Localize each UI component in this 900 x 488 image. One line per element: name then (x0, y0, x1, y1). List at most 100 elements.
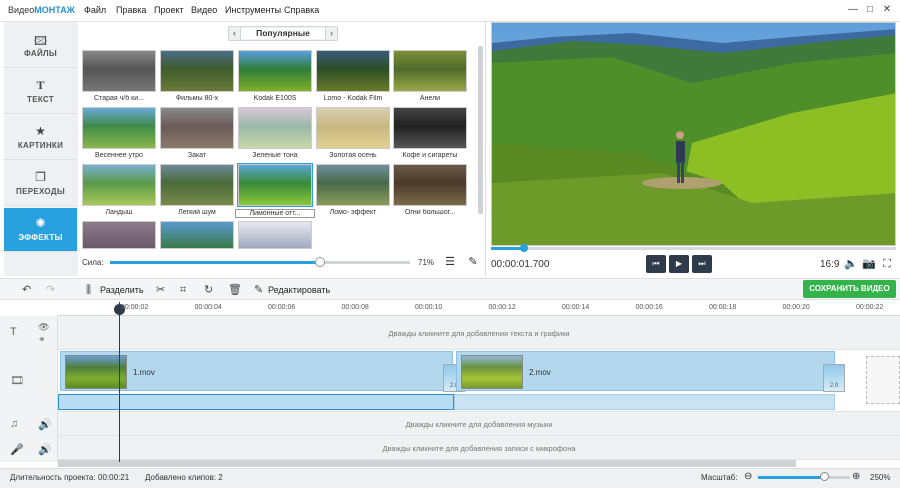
effect-thumbnail[interactable] (393, 50, 467, 92)
fullscreen-icon[interactable]: ⛶ (880, 257, 894, 271)
play-button[interactable]: ▶ (669, 255, 689, 273)
next-frame-button[interactable]: ⏭ (692, 255, 712, 273)
rotate-icon[interactable]: ↻ (204, 284, 213, 296)
clips-count: Добавлено клипов: 2 (145, 473, 223, 482)
menu-help[interactable]: Справка (284, 5, 319, 15)
save-video-button[interactable]: СОХРАНИТЬ ВИДЕО (803, 280, 896, 298)
text-track[interactable]: Дважды кликните для добавления текста и … (58, 316, 900, 350)
clip-2-thumbnail (461, 355, 523, 389)
maximize-icon[interactable]: □ (863, 3, 877, 17)
volume-icon[interactable]: 🔈 (844, 257, 858, 271)
speaker-icon[interactable]: 🔊 (38, 418, 52, 431)
music-track[interactable]: Дважды кликните для добавления музыки (58, 412, 900, 436)
eyedropper-icon[interactable]: ✎ (466, 255, 480, 269)
zoom-in-icon[interactable]: ⊕ (852, 471, 860, 482)
edit-button[interactable]: Редактировать (268, 285, 330, 295)
nav-text-label: ТЕКСТ (27, 95, 54, 104)
clip-1-name: 1.mov (133, 368, 155, 377)
chevron-right-icon[interactable]: › (325, 27, 337, 40)
scissors-icon[interactable]: ✂ (156, 284, 165, 296)
effect-thumbnail[interactable] (316, 164, 390, 206)
zoom-slider-handle[interactable] (820, 472, 829, 481)
clip-1-audio-bar[interactable] (58, 394, 454, 410)
transitions-icon: ❐ (35, 170, 46, 184)
speaker-icon-mic[interactable]: 🔊 (38, 443, 52, 456)
effect-label: Кофе и сигареты (402, 152, 458, 159)
transition-thumbnail-end[interactable]: 2.0 (823, 364, 845, 392)
chevron-left-icon[interactable]: ‹ (229, 27, 241, 40)
nav-text[interactable]: T ТЕКСТ (4, 70, 77, 114)
split-button[interactable]: Разделить (100, 285, 144, 295)
effect-thumbnail[interactable] (238, 50, 312, 92)
adjust-sliders-icon[interactable]: ☰ (443, 255, 457, 269)
eye-icon[interactable]: 👁 (38, 322, 49, 333)
timeline-scrollbar[interactable] (58, 460, 796, 467)
empty-clip-slot[interactable] (866, 356, 900, 404)
effect-thumbnail[interactable] (82, 107, 156, 149)
effect-thumbnail[interactable] (238, 221, 312, 249)
strength-slider-fill (110, 261, 320, 264)
effect-thumbnail[interactable] (316, 107, 390, 149)
undo-icon[interactable]: ↶ (22, 284, 31, 296)
effect-thumbnail[interactable] (316, 50, 390, 92)
nav-transitions[interactable]: ❐ ПЕРЕХОДЫ (4, 162, 77, 206)
effect-thumbnail[interactable] (82, 221, 156, 249)
effects-scrollbar[interactable] (478, 46, 483, 214)
strength-slider-handle[interactable] (315, 257, 325, 267)
duration-label: Длительность проекта: (10, 473, 96, 482)
effect-thumbnail[interactable] (393, 164, 467, 206)
effect-label: Закат (187, 152, 207, 159)
nav-effects[interactable]: ✺ ЭФФЕКТЫ (4, 208, 77, 252)
crop-icon[interactable]: ⌗ (180, 284, 186, 296)
minimize-icon[interactable]: — (846, 3, 860, 17)
clip-2-audio-bar[interactable] (454, 394, 835, 410)
preview-seekbar-handle[interactable] (520, 244, 528, 252)
zoom-out-icon[interactable]: ⊖ (744, 471, 752, 482)
aspect-ratio[interactable]: 16:9 (820, 259, 839, 270)
mic-track[interactable]: Дважды кликните для добавления записи с … (58, 436, 900, 460)
effect-thumbnail[interactable] (160, 50, 234, 92)
effect-thumbnail[interactable] (237, 163, 313, 207)
menu-edit[interactable]: Правка (116, 5, 146, 15)
camera-snapshot-icon[interactable]: 📷 (862, 257, 876, 271)
effect-thumbnail[interactable] (238, 107, 312, 149)
zoom-value: 250% (870, 473, 891, 482)
effect-label: Kodak E100S (253, 95, 297, 102)
effect-thumbnail[interactable] (393, 107, 467, 149)
preview-seekbar[interactable] (491, 247, 896, 250)
star-icon: ★ (35, 124, 46, 138)
effect-thumbnail[interactable] (160, 107, 234, 149)
nav-files[interactable]: 🖾 ФАЙЛЫ (4, 24, 77, 68)
close-icon[interactable]: ✕ (880, 3, 894, 17)
effect-label: Ломо- эффект (329, 209, 377, 216)
redo-icon[interactable]: ↷ (46, 284, 55, 296)
ruler-tick-label: 00:00:06 (268, 304, 296, 311)
edit-pencil-icon: ✎ (254, 284, 264, 296)
previous-frame-button[interactable]: ⏮ (646, 255, 666, 273)
strength-value: 71% (418, 258, 435, 267)
menu-project[interactable]: Проект (154, 5, 184, 15)
category-selector[interactable]: ‹ Популярные › (228, 26, 338, 41)
effect-label: Весеннее утро (95, 152, 143, 159)
strength-label: Сила: (82, 258, 104, 267)
ruler-tick-label: 00:00:14 (562, 304, 590, 311)
effect-label: Старая ч/б ки... (94, 95, 144, 102)
link-icon[interactable]: ⚭ (38, 334, 46, 345)
video-clip-2[interactable]: 2.mov 2.0 (456, 351, 845, 392)
menu-tools[interactable]: Инструменты (225, 5, 281, 15)
timeline-ruler[interactable] (58, 302, 900, 316)
trash-icon[interactable]: 🗑 (228, 284, 242, 296)
nav-pictures[interactable]: ★ КАРТИНКИ (4, 116, 77, 160)
effect-thumbnail[interactable] (160, 221, 234, 249)
menu-file[interactable]: Файл (84, 5, 106, 15)
image-icon: 🖾 (33, 34, 48, 48)
left-nav: 🖾 ФАЙЛЫ T ТЕКСТ ★ КАРТИНКИ ❐ ПЕРЕХОДЫ ✺ … (4, 22, 78, 276)
category-label: Популярные (241, 28, 325, 39)
menu-video[interactable]: Видео (191, 5, 217, 15)
effect-thumbnail[interactable] (82, 164, 156, 206)
effect-thumbnail[interactable] (82, 50, 156, 92)
music-track-hint: Дважды кликните для добавления музыки (405, 420, 553, 429)
effect-thumbnail[interactable] (160, 164, 234, 206)
preview-timecode: 00:00:01.700 (491, 259, 550, 270)
clip-2-name: 2.mov (529, 368, 551, 377)
